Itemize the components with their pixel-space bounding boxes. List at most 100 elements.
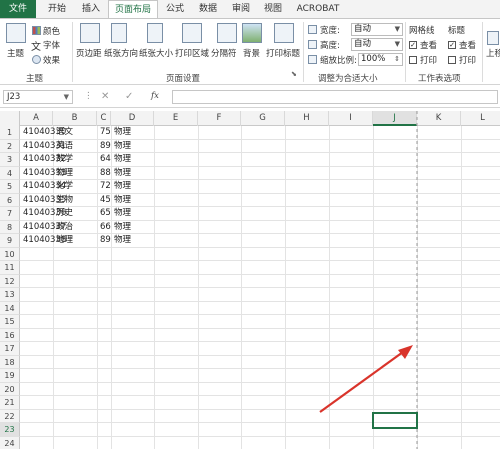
tab-insert[interactable]: 插入	[76, 0, 106, 18]
row-header-17[interactable]: 17	[0, 342, 20, 356]
column-header-k[interactable]: K	[417, 111, 461, 126]
column-headers: ABCDEFGHIJKL	[0, 111, 500, 126]
chevron-down-icon: ▼	[394, 40, 400, 48]
cell-b6[interactable]: 生物	[56, 194, 73, 208]
headings-label: 标题	[448, 26, 466, 36]
tab-view[interactable]: 视图	[258, 0, 288, 18]
cell-b2[interactable]: 英语	[56, 140, 73, 154]
row-header-10[interactable]: 10	[0, 247, 20, 261]
row-header-8[interactable]: 8	[0, 220, 20, 234]
gridlines-view-checkbox[interactable]: ✓	[409, 41, 417, 49]
row-gridline	[20, 341, 500, 342]
column-header-i[interactable]: I	[329, 111, 373, 126]
formula-input[interactable]	[172, 90, 498, 104]
row-header-6[interactable]: 6	[0, 193, 20, 207]
gridlines-print-checkbox[interactable]	[409, 56, 417, 64]
cell-c3[interactable]: 64	[100, 153, 111, 167]
column-header-h[interactable]: H	[285, 111, 329, 126]
cell-d7[interactable]: 物理	[114, 207, 131, 221]
dialog-launcher-icon[interactable]: ⬊	[291, 70, 297, 78]
column-header-a[interactable]: A	[20, 111, 53, 126]
headings-print-checkbox[interactable]	[448, 56, 456, 64]
cell-c1[interactable]: 75	[100, 126, 111, 140]
row-header-19[interactable]: 19	[0, 369, 20, 383]
column-header-j[interactable]: J	[373, 111, 417, 126]
cell-d6[interactable]: 物理	[114, 194, 131, 208]
cell-b7[interactable]: 历史	[56, 207, 73, 221]
column-header-l[interactable]: L	[461, 111, 500, 126]
row-header-9[interactable]: 9	[0, 234, 20, 248]
row-header-4[interactable]: 4	[0, 166, 20, 180]
column-header-d[interactable]: D	[111, 111, 154, 126]
background-image-icon	[242, 23, 262, 43]
cell-c7[interactable]: 65	[100, 207, 111, 221]
row-header-22[interactable]: 22	[0, 409, 20, 423]
row-header-3[interactable]: 3	[0, 153, 20, 167]
cell-b4[interactable]: 物理	[56, 167, 73, 181]
tab-review[interactable]: 审阅	[226, 0, 256, 18]
tab-formulas[interactable]: 公式	[160, 0, 190, 18]
tab-data[interactable]: 数据	[193, 0, 223, 18]
row-header-16[interactable]: 16	[0, 328, 20, 342]
row-header-7[interactable]: 7	[0, 207, 20, 221]
row-gridline	[20, 260, 500, 261]
scale-value: 100%	[361, 54, 386, 64]
height-select[interactable]: 自动 ▼	[351, 38, 403, 51]
cell-c9[interactable]: 89	[100, 234, 111, 248]
select-all-corner[interactable]	[0, 111, 20, 126]
cell-b5[interactable]: 化学	[56, 180, 73, 194]
cell-d3[interactable]: 物理	[114, 153, 131, 167]
cell-d4[interactable]: 物理	[114, 167, 131, 181]
row-gridline	[20, 165, 500, 167]
cell-c4[interactable]: 88	[100, 167, 111, 181]
cell-b9[interactable]: 地理	[56, 234, 73, 248]
tab-home[interactable]: 开始	[40, 0, 74, 18]
tab-acrobat[interactable]: ACROBAT	[291, 0, 345, 18]
cell-d9[interactable]: 物理	[114, 234, 131, 248]
cell-d8[interactable]: 物理	[114, 221, 131, 235]
tab-page-layout[interactable]: 页面布局	[108, 0, 158, 19]
column-header-b[interactable]: B	[53, 111, 97, 126]
cell-b8[interactable]: 政治	[56, 221, 73, 235]
row-gridline	[20, 287, 500, 288]
row-header-12[interactable]: 12	[0, 274, 20, 288]
group-label-page-setup: 页面设置	[166, 74, 201, 84]
name-box[interactable]: J23 ▼	[3, 90, 73, 104]
row-header-14[interactable]: 14	[0, 301, 20, 315]
cell-d2[interactable]: 物理	[114, 140, 131, 154]
cell-b1[interactable]: 语文	[56, 126, 73, 140]
scale-stepper[interactable]: 100% ⇕	[358, 53, 403, 66]
row-header-15[interactable]: 15	[0, 315, 20, 329]
row-header-13[interactable]: 13	[0, 288, 20, 302]
insert-function-icon[interactable]: fx	[151, 91, 159, 101]
row-header-1[interactable]: 1	[0, 126, 20, 140]
cell-c6[interactable]: 45	[100, 194, 111, 208]
cell-c2[interactable]: 89	[100, 140, 111, 154]
column-header-c[interactable]: C	[97, 111, 111, 126]
cell-c8[interactable]: 66	[100, 221, 111, 235]
row-header-20[interactable]: 20	[0, 382, 20, 396]
cell-d5[interactable]: 物理	[114, 180, 131, 194]
cancel-icon[interactable]: ✕	[101, 91, 109, 102]
cell-c5[interactable]: 72	[100, 180, 111, 194]
row-header-21[interactable]: 21	[0, 396, 20, 410]
print-titles-label: 打印标题	[266, 49, 301, 59]
row-header-2[interactable]: 2	[0, 139, 20, 153]
headings-view-checkbox[interactable]: ✓	[448, 41, 456, 49]
enter-icon[interactable]: ✓	[125, 91, 133, 102]
column-header-g[interactable]: G	[241, 111, 285, 126]
row-header-23[interactable]: 23	[0, 423, 20, 437]
column-header-f[interactable]: F	[198, 111, 241, 126]
headings-print-label: 打印	[459, 56, 477, 66]
row-header-11[interactable]: 11	[0, 261, 20, 275]
width-select[interactable]: 自动 ▼	[351, 23, 403, 36]
row-header-5[interactable]: 5	[0, 180, 20, 194]
column-header-e[interactable]: E	[154, 111, 198, 126]
cell-b3[interactable]: 数学	[56, 153, 73, 167]
worksheet-grid[interactable]: ABCDEFGHIJKL 1 2 3 4 5 6 7 8 9 10 11 12 13 14 15 16 17 18…	[0, 111, 500, 449]
row-header-24[interactable]: 24	[0, 436, 20, 449]
row-gridline	[20, 219, 500, 221]
tab-file[interactable]: 文件	[0, 0, 36, 18]
cell-d1[interactable]: 物理	[114, 126, 131, 140]
row-header-18[interactable]: 18	[0, 355, 20, 369]
